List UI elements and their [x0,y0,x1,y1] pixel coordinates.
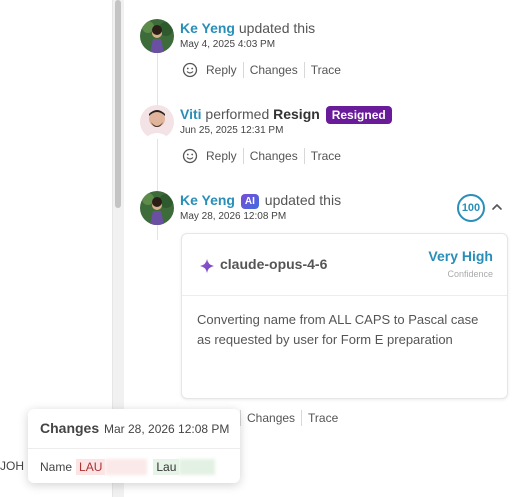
reply-button[interactable]: Reply [206,61,243,79]
avatar-photo-icon [140,105,174,139]
sparkle-icon [200,259,214,273]
changes-button[interactable]: Changes [244,147,304,165]
entry-verb: performed [205,106,270,122]
score-badge[interactable]: 100 [457,194,485,222]
entry-actions: Changes Trace [240,409,344,427]
entry-header: Ke Yeng AI updated this [180,191,341,209]
reply-button[interactable]: Reply [206,147,243,165]
entry-verb: updated this [264,192,342,208]
ai-explanation-card: claude-opus-4-6 Very High Confidence Con… [181,233,508,399]
entry-timestamp: Jun 25, 2025 12:31 PM [180,125,284,136]
smile-icon[interactable] [182,62,198,78]
ai-badge: AI [240,194,259,209]
changes-popover: Changes Mar 28, 2026 12:08 PM Name LAU L… [28,409,240,483]
ai-reason-text: Converting name from ALL CAPS to Pascal … [197,312,479,347]
change-field-label: Name [40,460,73,474]
entry-header: Ke Yeng updated this [180,19,315,37]
actor-name[interactable]: Viti [180,106,202,122]
popover-header: Changes Mar 28, 2026 12:08 PM [28,409,240,449]
old-value-redacted [105,459,148,475]
avatar [140,19,174,53]
status-badge: Resigned [325,106,392,124]
chevron-up-icon[interactable] [490,200,504,214]
new-value: Lau [153,459,180,475]
entry-header: Viti performed Resign Resigned [180,105,392,124]
entry-timestamp: May 4, 2025 4:03 PM [180,39,276,50]
action-name: Resign [273,106,320,122]
changes-button[interactable]: Changes [244,61,304,79]
scrollbar-thumb[interactable] [115,0,121,208]
entry-timestamp: May 28, 2026 12:08 PM [180,211,287,222]
old-value: LAU [76,459,106,475]
avatar-photo-icon [140,191,174,225]
confidence-value: Very High [428,248,493,264]
changes-button[interactable]: Changes [241,409,301,427]
popover-title: Changes [40,420,100,436]
entry-actions: Reply Changes Trace [182,147,347,165]
avatar [140,191,174,225]
confidence-label: Confidence [447,269,493,279]
avatar [140,105,174,139]
trace-button[interactable]: Trace [305,147,347,165]
actor-name[interactable]: Ke Yeng [180,20,235,36]
entry-verb: updated this [238,20,316,36]
new-value-redacted [179,459,216,475]
trace-button[interactable]: Trace [305,61,347,79]
entry-actions: Reply Changes Trace [182,61,347,79]
change-row: Name LAU Lau [40,459,216,475]
clipped-text: JOH [0,459,24,473]
trace-button[interactable]: Trace [302,409,344,427]
smile-icon[interactable] [182,148,198,164]
actor-name[interactable]: Ke Yeng [180,192,235,208]
popover-date: Mar 28, 2026 12:08 PM [104,422,230,436]
model-name: claude-opus-4-6 [220,256,328,272]
ai-card-header: claude-opus-4-6 Very High Confidence [182,234,507,296]
avatar-photo-icon [140,19,174,53]
